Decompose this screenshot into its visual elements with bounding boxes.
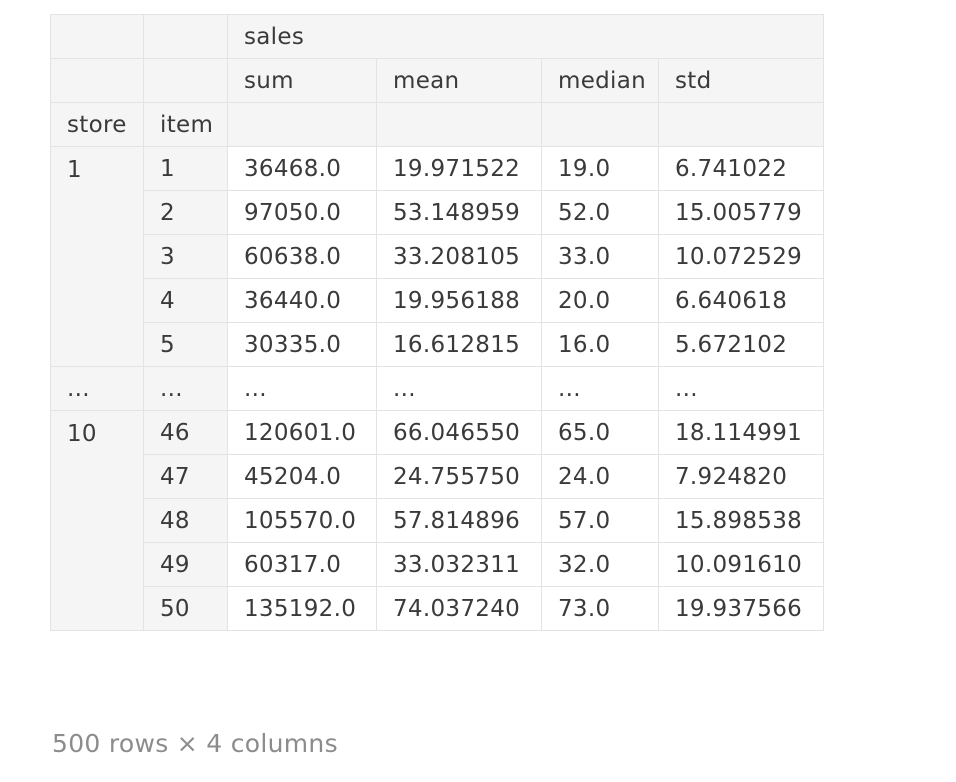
mean-cell: 19.956188 <box>376 278 542 323</box>
table-row: 47 45204.0 24.755750 24.0 7.924820 <box>51 454 824 499</box>
row-count-summary: 500 rows × 4 columns <box>52 729 338 758</box>
item-index-cell: 49 <box>143 542 228 587</box>
ellipsis-cell: ... <box>50 366 144 411</box>
sum-cell: 36440.0 <box>227 278 377 323</box>
item-index-cell: 1 <box>143 146 228 191</box>
item-index-cell: 4 <box>143 278 228 323</box>
header-blank <box>541 102 659 147</box>
item-index-cell: 5 <box>143 322 228 367</box>
header-blank <box>143 14 228 59</box>
dataframe-output: sales sum mean median std store item 1 1… <box>0 0 956 782</box>
sum-cell: 60638.0 <box>227 234 377 279</box>
ellipsis-row: ... ... ... ... ... ... <box>50 366 824 411</box>
table-row: 48 105570.0 57.814896 57.0 15.898538 <box>51 498 824 543</box>
table-row: 1 1 36468.0 19.971522 19.0 6.741022 <box>50 146 824 367</box>
table-row: 5 30335.0 16.612815 16.0 5.672102 <box>51 322 824 367</box>
header-blank <box>376 102 542 147</box>
header-blank <box>50 14 144 59</box>
median-cell: 16.0 <box>541 322 659 367</box>
median-cell: 33.0 <box>541 234 659 279</box>
std-cell: 6.640618 <box>658 278 824 323</box>
sum-cell: 60317.0 <box>227 542 377 587</box>
sum-cell: 30335.0 <box>227 322 377 367</box>
mean-cell: 53.148959 <box>376 190 542 235</box>
median-cell: 24.0 <box>541 454 659 499</box>
column-header-sum: sum <box>227 58 377 103</box>
sum-cell: 120601.0 <box>227 410 377 455</box>
sum-cell: 105570.0 <box>227 498 377 543</box>
sum-cell: 135192.0 <box>227 586 377 631</box>
ellipsis-cell: ... <box>143 366 228 411</box>
std-cell: 6.741022 <box>658 146 824 191</box>
item-index-cell: 2 <box>143 190 228 235</box>
median-cell: 20.0 <box>541 278 659 323</box>
table-row: 49 60317.0 33.032311 32.0 10.091610 <box>51 542 824 587</box>
index-name-store: store <box>50 102 144 147</box>
std-cell: 7.924820 <box>658 454 824 499</box>
mean-cell: 33.208105 <box>376 234 542 279</box>
column-header-mean: mean <box>376 58 542 103</box>
median-cell: 32.0 <box>541 542 659 587</box>
header-row-top: sales <box>50 14 824 59</box>
header-row-stats: sum mean median std <box>50 58 824 103</box>
mean-cell: 74.037240 <box>376 586 542 631</box>
item-index-cell: 47 <box>143 454 228 499</box>
dataframe-table: sales sum mean median std store item 1 1… <box>50 14 824 631</box>
sum-cell: 97050.0 <box>227 190 377 235</box>
column-header-std: std <box>658 58 824 103</box>
header-blank <box>658 102 824 147</box>
ellipsis-cell: ... <box>227 366 377 411</box>
std-cell: 15.898538 <box>658 498 824 543</box>
index-name-item: item <box>143 102 228 147</box>
mean-cell: 66.046550 <box>376 410 542 455</box>
header-row-index-names: store item <box>50 102 824 147</box>
store-index-cell: 1 <box>50 146 144 367</box>
sum-cell: 36468.0 <box>227 146 377 191</box>
std-cell: 5.672102 <box>658 322 824 367</box>
std-cell: 19.937566 <box>658 586 824 631</box>
std-cell: 15.005779 <box>658 190 824 235</box>
table-row: 50 135192.0 74.037240 73.0 19.937566 <box>51 586 824 631</box>
mean-cell: 57.814896 <box>376 498 542 543</box>
mean-cell: 16.612815 <box>376 322 542 367</box>
column-header-median: median <box>541 58 659 103</box>
table-row: 3 60638.0 33.208105 33.0 10.072529 <box>51 234 824 279</box>
ellipsis-cell: ... <box>658 366 824 411</box>
mean-cell: 33.032311 <box>376 542 542 587</box>
item-index-cell: 50 <box>143 586 228 631</box>
item-index-cell: 48 <box>143 498 228 543</box>
table-row: 4 36440.0 19.956188 20.0 6.640618 <box>51 278 824 323</box>
sum-cell: 45204.0 <box>227 454 377 499</box>
median-cell: 19.0 <box>541 146 659 191</box>
header-blank <box>227 102 377 147</box>
ellipsis-cell: ... <box>376 366 542 411</box>
std-cell: 10.091610 <box>658 542 824 587</box>
header-blank <box>143 58 228 103</box>
median-cell: 65.0 <box>541 410 659 455</box>
column-group-header: sales <box>227 14 824 59</box>
ellipsis-cell: ... <box>541 366 659 411</box>
std-cell: 18.114991 <box>658 410 824 455</box>
store-index-cell: 10 <box>50 410 144 631</box>
mean-cell: 19.971522 <box>376 146 542 191</box>
table-row: 2 97050.0 53.148959 52.0 15.005779 <box>51 190 824 235</box>
median-cell: 73.0 <box>541 586 659 631</box>
median-cell: 57.0 <box>541 498 659 543</box>
header-blank <box>50 58 144 103</box>
item-index-cell: 3 <box>143 234 228 279</box>
mean-cell: 24.755750 <box>376 454 542 499</box>
table-row: 10 46 120601.0 66.046550 65.0 18.114991 <box>50 410 824 631</box>
item-index-cell: 46 <box>143 410 228 455</box>
std-cell: 10.072529 <box>658 234 824 279</box>
median-cell: 52.0 <box>541 190 659 235</box>
